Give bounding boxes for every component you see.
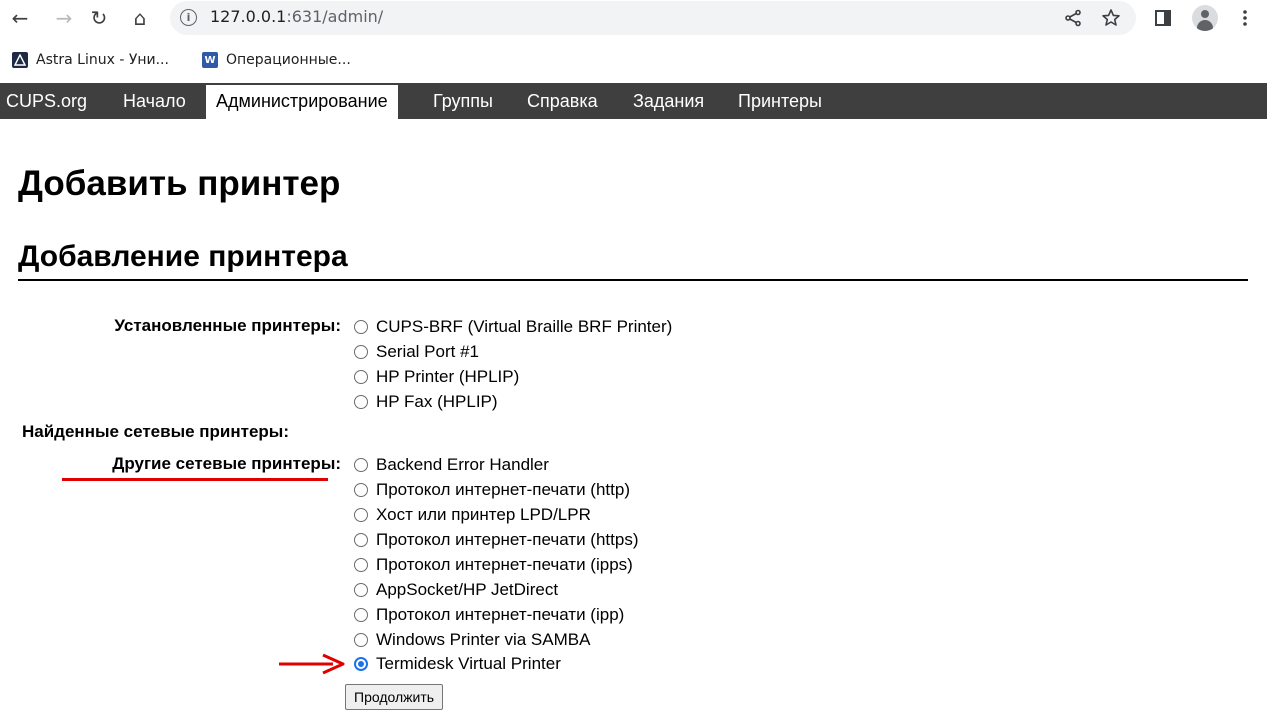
- radio-button[interactable]: [354, 370, 368, 384]
- printer-option-label: Протокол интернет-печати (https): [376, 530, 639, 549]
- printer-option-label: Backend Error Handler: [376, 455, 549, 474]
- printer-option-hp-fax[interactable]: HP Fax (HPLIP): [354, 390, 498, 414]
- radio-button[interactable]: [354, 320, 368, 334]
- printer-option-label: Termidesk Virtual Printer: [376, 654, 561, 673]
- radio-button[interactable]: [354, 483, 368, 497]
- more-menu-icon[interactable]: [1232, 5, 1258, 31]
- printer-option-label: Serial Port #1: [376, 342, 479, 361]
- astra-logo-icon: [12, 52, 28, 68]
- radio-button[interactable]: [354, 458, 368, 472]
- bookmark-os[interactable]: W Операционные...: [202, 49, 351, 71]
- printer-option-label: Протокол интернет-печати (ipp): [376, 605, 625, 624]
- printer-option-hp-printer[interactable]: HP Printer (HPLIP): [354, 365, 519, 389]
- radio-button[interactable]: [354, 395, 368, 409]
- browser-toolbar: ← → ↻ ⌂ i 127.0.0.1:631/admin/: [0, 0, 1267, 37]
- share-icon[interactable]: [1060, 5, 1086, 31]
- bookmark-label: Операционные...: [226, 52, 351, 68]
- printer-option-termidesk[interactable]: Termidesk Virtual Printer: [354, 652, 561, 676]
- home-icon[interactable]: ⌂: [126, 4, 154, 32]
- page-subtitle: Добавление принтера: [18, 240, 348, 273]
- radio-button[interactable]: [354, 345, 368, 359]
- radio-button[interactable]: [354, 508, 368, 522]
- profile-avatar-icon[interactable]: [1192, 5, 1218, 31]
- printer-option-label: CUPS-BRF (Virtual Braille BRF Printer): [376, 317, 673, 336]
- bookmark-label: Astra Linux - Уни...: [36, 52, 169, 68]
- discovered-printers-label: Найденные сетевые принтеры:: [22, 422, 289, 441]
- subtitle-rule: [18, 279, 1248, 281]
- radio-button[interactable]: [354, 633, 368, 647]
- bookmark-astra[interactable]: Astra Linux - Уни...: [12, 49, 169, 71]
- tab-cups-org[interactable]: CUPS.org: [6, 83, 87, 119]
- bookmark-star-icon[interactable]: [1098, 5, 1124, 31]
- site-info-icon[interactable]: i: [180, 9, 197, 26]
- printer-option-ipp-http[interactable]: Протокол интернет-печати (http): [354, 478, 630, 502]
- installed-printers-label: Установленные принтеры:: [114, 316, 341, 335]
- side-panel-icon[interactable]: [1150, 5, 1176, 31]
- printer-option-serial-port[interactable]: Serial Port #1: [354, 340, 479, 364]
- radio-button[interactable]: [354, 608, 368, 622]
- reload-icon[interactable]: ↻: [85, 4, 113, 32]
- other-printers-label: Другие сетевые принтеры:: [112, 454, 341, 473]
- printer-option-cups-brf[interactable]: CUPS-BRF (Virtual Braille BRF Printer): [354, 315, 672, 339]
- printer-option-label: Windows Printer via SAMBA: [376, 630, 591, 649]
- wiki-logo-icon: W: [202, 52, 218, 68]
- forward-arrow-icon[interactable]: →: [50, 4, 78, 32]
- printer-option-label: Протокол интернет-печати (ipps): [376, 555, 633, 574]
- url-text[interactable]: 127.0.0.1:631/admin/: [210, 7, 383, 27]
- bookmarks-bar: Astra Linux - Уни... W Операционные...: [0, 37, 1267, 83]
- printer-option-ipp[interactable]: Протокол интернет-печати (ipp): [354, 603, 624, 627]
- continue-button[interactable]: Продолжить: [345, 684, 444, 710]
- page-title: Добавить принтер: [18, 164, 341, 203]
- radio-button-selected[interactable]: [354, 657, 368, 671]
- tab-administration[interactable]: Администрирование: [206, 85, 398, 119]
- radio-button[interactable]: [354, 533, 368, 547]
- cups-nav-bar: CUPS.org Начало Администрирование Группы…: [0, 83, 1267, 119]
- printer-option-samba[interactable]: Windows Printer via SAMBA: [354, 628, 590, 652]
- printer-option-label: Хост или принтер LPD/LPR: [376, 505, 591, 524]
- printer-option-lpd[interactable]: Хост или принтер LPD/LPR: [354, 503, 591, 527]
- printer-option-label: HP Fax (HPLIP): [376, 392, 498, 411]
- radio-button[interactable]: [354, 558, 368, 572]
- pointer-arrow-icon: [279, 653, 345, 675]
- printer-option-appsocket[interactable]: AppSocket/HP JetDirect: [354, 578, 558, 602]
- tab-home[interactable]: Начало: [123, 83, 186, 119]
- radio-button[interactable]: [354, 583, 368, 597]
- back-arrow-icon[interactable]: ←: [6, 4, 34, 32]
- printer-option-label: HP Printer (HPLIP): [376, 367, 520, 386]
- tab-printers[interactable]: Принтеры: [738, 83, 822, 119]
- printer-option-label: Протокол интернет-печати (http): [376, 480, 630, 499]
- printer-option-backend-error[interactable]: Backend Error Handler: [354, 453, 549, 477]
- printer-option-label: AppSocket/HP JetDirect: [376, 580, 559, 599]
- printer-option-ipps[interactable]: Протокол интернет-печати (ipps): [354, 553, 633, 577]
- highlight-underline: [62, 478, 328, 481]
- printer-option-ipp-https[interactable]: Протокол интернет-печати (https): [354, 528, 639, 552]
- tab-groups[interactable]: Группы: [433, 83, 493, 119]
- tab-jobs[interactable]: Задания: [633, 83, 704, 119]
- tab-help[interactable]: Справка: [527, 83, 598, 119]
